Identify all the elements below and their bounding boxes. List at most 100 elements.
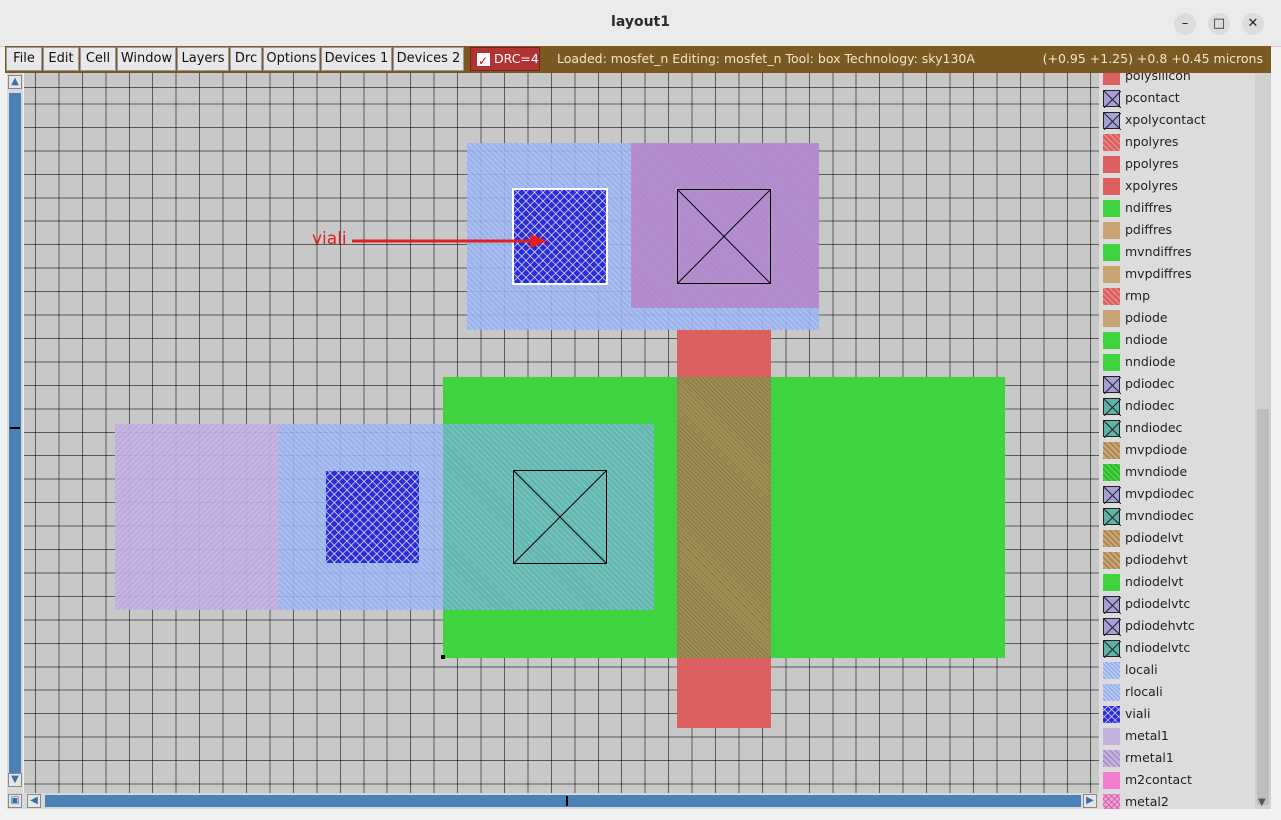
scroll-left-arrow-icon[interactable]: ◀: [27, 794, 41, 808]
layer-item-mvpdiodec[interactable]: mvpdiodec: [1103, 484, 1253, 506]
ndiodelvtc-swatch-icon[interactable]: [1103, 640, 1121, 658]
layer-item-ndiodec[interactable]: ndiodec: [1103, 396, 1253, 418]
layer-item-xpolycontact[interactable]: xpolycontact: [1103, 110, 1253, 132]
drc-label: DRC=4: [494, 51, 539, 66]
layer-name-label: mvpdiode: [1125, 442, 1188, 457]
mvndiode-swatch-icon[interactable]: [1103, 464, 1120, 481]
mvndiodec-swatch-icon[interactable]: [1103, 508, 1121, 526]
minimize-button[interactable]: –: [1174, 13, 1196, 35]
palette-scroll-down-icon[interactable]: ▼: [1258, 797, 1266, 808]
nndiode-swatch-icon[interactable]: [1103, 354, 1120, 371]
drc-checkbox[interactable]: [477, 50, 490, 72]
scroll-down-arrow-icon[interactable]: ▼: [8, 773, 22, 787]
menu-cell[interactable]: Cell: [80, 47, 116, 71]
maximize-button[interactable]: □: [1208, 13, 1230, 35]
layer-item-pdiodelvtc[interactable]: pdiodelvtc: [1103, 594, 1253, 616]
layer-item-pdiodelvt[interactable]: pdiodelvt: [1103, 528, 1253, 550]
layer-name-label: mvndiffres: [1125, 244, 1192, 259]
metal2-swatch-icon[interactable]: [1103, 794, 1120, 809]
mvndiffres-swatch-icon[interactable]: [1103, 244, 1120, 261]
pdiodec-swatch-icon[interactable]: [1103, 376, 1121, 394]
viali-swatch-icon[interactable]: [1103, 706, 1120, 723]
pcontact-swatch-icon[interactable]: [1103, 90, 1121, 108]
pdiode-swatch-icon[interactable]: [1103, 310, 1120, 327]
menu-devices-1[interactable]: Devices 1: [321, 47, 392, 71]
layer-item-locali[interactable]: locali: [1103, 660, 1253, 682]
pdiffres-swatch-icon[interactable]: [1103, 222, 1120, 239]
npolyres-swatch-icon[interactable]: [1103, 134, 1120, 151]
drc-toggle[interactable]: DRC=4: [470, 47, 540, 72]
layer-item-mvndiode[interactable]: mvndiode: [1103, 462, 1253, 484]
pdiodelvtc-swatch-icon[interactable]: [1103, 596, 1121, 614]
layer-item-pcontact[interactable]: pcontact: [1103, 88, 1253, 110]
menu-options[interactable]: Options: [263, 47, 320, 71]
layer-item-ndiffres[interactable]: ndiffres: [1103, 198, 1253, 220]
layer-name-label: pcontact: [1125, 90, 1180, 105]
mvpdiffres-swatch-icon[interactable]: [1103, 266, 1120, 283]
pdiodelvt-swatch-icon[interactable]: [1103, 530, 1120, 547]
menu-devices-2[interactable]: Devices 2: [393, 47, 464, 71]
layer-item-pdiodehvtc[interactable]: pdiodehvtc: [1103, 616, 1253, 638]
layer-palette-scrollbar[interactable]: ▼: [1255, 73, 1271, 809]
layer-item-rmp[interactable]: rmp: [1103, 286, 1253, 308]
layer-item-metal1[interactable]: metal1: [1103, 726, 1253, 748]
ndiode-swatch-icon[interactable]: [1103, 332, 1120, 349]
polysilicon-swatch-icon[interactable]: [1103, 73, 1120, 85]
ppolyres-swatch-icon[interactable]: [1103, 156, 1120, 173]
layer-item-metal2[interactable]: metal2: [1103, 792, 1253, 809]
rlocali-swatch-icon[interactable]: [1103, 684, 1120, 701]
layer-item-mvpdiode[interactable]: mvpdiode: [1103, 440, 1253, 462]
layer-item-rmetal1[interactable]: rmetal1: [1103, 748, 1253, 770]
xpolyres-swatch-icon[interactable]: [1103, 178, 1120, 195]
layer-item-pdiodec[interactable]: pdiodec: [1103, 374, 1253, 396]
layer-item-ndiodelvtc[interactable]: ndiodelvtc: [1103, 638, 1253, 660]
pdiodehvt-swatch-icon[interactable]: [1103, 552, 1120, 569]
mvpdiodec-swatch-icon[interactable]: [1103, 486, 1121, 504]
horizontal-scrollbar[interactable]: ▣ ◀ ▶: [7, 793, 1099, 809]
locali-swatch-icon[interactable]: [1103, 662, 1120, 679]
layer-item-mvndiodec[interactable]: mvndiodec: [1103, 506, 1253, 528]
zoom-box-icon[interactable]: ▣: [8, 794, 22, 808]
vertical-scrollbar[interactable]: ▲ ▼: [7, 73, 23, 793]
layer-item-mvpdiffres[interactable]: mvpdiffres: [1103, 264, 1253, 286]
menu-drc[interactable]: Drc: [230, 47, 262, 71]
layer-item-nndiode[interactable]: nndiode: [1103, 352, 1253, 374]
layer-item-xpolyres[interactable]: xpolyres: [1103, 176, 1253, 198]
layer-item-pdiffres[interactable]: pdiffres: [1103, 220, 1253, 242]
scroll-right-arrow-icon[interactable]: ▶: [1083, 794, 1097, 808]
layer-item-ppolyres[interactable]: ppolyres: [1103, 154, 1253, 176]
vertical-scroll-thumb[interactable]: [9, 93, 21, 777]
menu-window[interactable]: Window: [117, 47, 176, 71]
menu-layers[interactable]: Layers: [177, 47, 229, 71]
layer-item-ndiodelvt[interactable]: ndiodelvt: [1103, 572, 1253, 594]
rmp-swatch-icon[interactable]: [1103, 288, 1120, 305]
nndiodec-swatch-icon[interactable]: [1103, 420, 1121, 438]
m2contact-swatch-icon[interactable]: [1103, 772, 1120, 789]
metal1-swatch-icon[interactable]: [1103, 728, 1120, 745]
layer-palette-scroll-thumb[interactable]: [1257, 409, 1269, 805]
xpolycontact-swatch-icon[interactable]: [1103, 112, 1121, 130]
layer-item-rlocali[interactable]: rlocali: [1103, 682, 1253, 704]
ndiodelvt-swatch-icon[interactable]: [1103, 574, 1120, 591]
layer-item-mvndiffres[interactable]: mvndiffres: [1103, 242, 1253, 264]
layer-item-pdiode[interactable]: pdiode: [1103, 308, 1253, 330]
ndiodec-swatch-icon[interactable]: [1103, 398, 1121, 416]
layer-item-polysilicon[interactable]: polysilicon: [1103, 73, 1253, 88]
rmetal1-swatch-icon[interactable]: [1103, 750, 1120, 767]
close-button[interactable]: ✕: [1242, 13, 1264, 35]
ndiffres-swatch-icon[interactable]: [1103, 200, 1120, 217]
layer-name-label: pdiodehvt: [1125, 552, 1188, 567]
menu-edit[interactable]: Edit: [43, 47, 79, 71]
layer-item-m2contact[interactable]: m2contact: [1103, 770, 1253, 792]
layer-item-pdiodehvt[interactable]: pdiodehvt: [1103, 550, 1253, 572]
layout-canvas[interactable]: viali: [24, 73, 1099, 793]
horizontal-scroll-thumb[interactable]: [45, 795, 1081, 807]
layer-item-ndiode[interactable]: ndiode: [1103, 330, 1253, 352]
pdiodehvtc-swatch-icon[interactable]: [1103, 618, 1121, 636]
menu-file[interactable]: File: [6, 47, 42, 71]
layer-item-viali[interactable]: viali: [1103, 704, 1253, 726]
layer-item-npolyres[interactable]: npolyres: [1103, 132, 1253, 154]
scroll-up-arrow-icon[interactable]: ▲: [8, 75, 22, 89]
mvpdiode-swatch-icon[interactable]: [1103, 442, 1120, 459]
layer-item-nndiodec[interactable]: nndiodec: [1103, 418, 1253, 440]
